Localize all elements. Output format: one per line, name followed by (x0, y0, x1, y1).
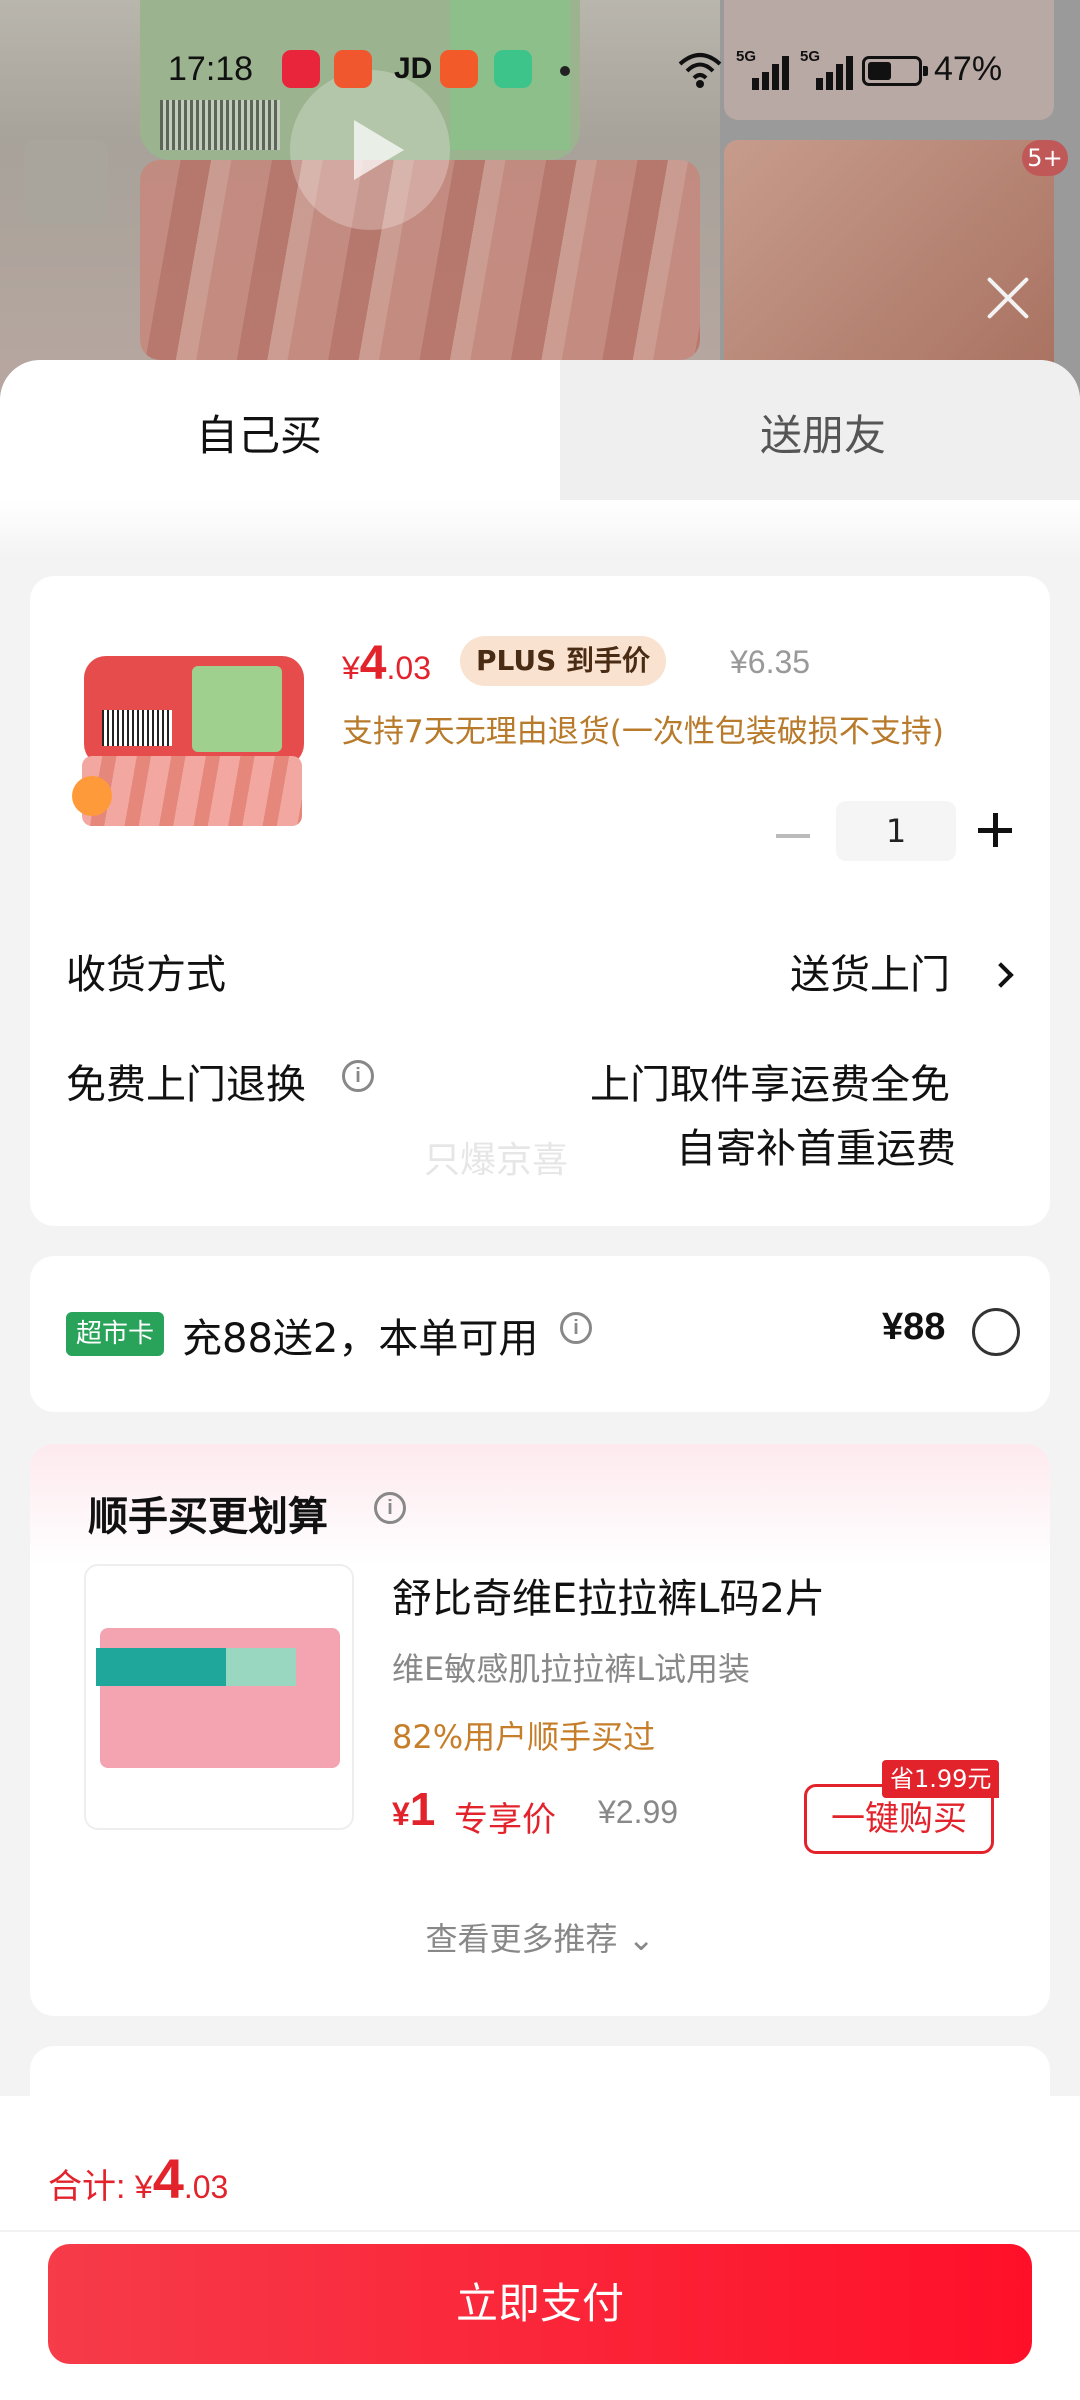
quantity-decrease-button[interactable] (776, 834, 810, 838)
notification-app-icon (440, 50, 478, 88)
delivery-method-label: 收货方式 (66, 952, 226, 998)
battery-icon (862, 56, 928, 86)
bundle-offer-card: 顺手买更划算 i 舒比奇维E拉拉裤L码2片 维E敏感肌拉拉裤L试用装 82%用户… (30, 1444, 1050, 2016)
pay-now-button[interactable]: 立即支付 (48, 2244, 1032, 2364)
purchase-tabs: 自己买 送朋友 (0, 360, 1080, 500)
see-more-recommendations[interactable]: 查看更多推荐 ⌄ (30, 1914, 1050, 1960)
watermark-text: 只爆京喜 (424, 1140, 569, 1181)
bundle-item-subtitle: 维E敏感肌拉拉裤L试用装 (392, 1650, 751, 1688)
product-card: ¥4.03 PLUS 到手价 ¥6.35 支持7天无理由退货(一次性包装破损不支… (30, 576, 1050, 1226)
tab-gift-to-friend[interactable]: 送朋友 (560, 360, 1080, 500)
bundle-original-price: ¥2.99 (598, 1794, 679, 1830)
jd-notification-icon: JD (394, 52, 433, 85)
signal-icon: 5G (736, 48, 794, 90)
supermarket-card-offer[interactable]: 超市卡 充88送2，本单可用 i ¥88 (30, 1256, 1050, 1412)
quantity-increase-button[interactable] (978, 810, 1018, 850)
image-count-badge: 5+ (1022, 140, 1068, 176)
notification-app-icon (282, 50, 320, 88)
bundle-item-price: ¥1 (392, 1783, 436, 1835)
self-send-note: 自寄补首重运费 (676, 1126, 956, 1172)
status-time: 17:18 (168, 50, 254, 88)
checkout-sheet: 自己买 送朋友 ¥4.03 PLUS 到手价 ¥6.35 支持7天无理由退货(一… (0, 360, 1080, 2400)
status-bar: 17:18 JD 5G 5G 47% (0, 40, 1080, 104)
chevron-down-icon: ⌄ (627, 1920, 655, 1958)
order-total: 合计: ¥4.03 (48, 2147, 229, 2210)
supermarket-card-radio[interactable] (972, 1308, 1020, 1356)
close-icon[interactable] (978, 268, 1038, 328)
notification-app-icon (494, 50, 532, 88)
info-icon[interactable]: i (342, 1060, 374, 1092)
notification-app-icon (334, 50, 372, 88)
savings-badge: 省1.99元 (882, 1760, 1000, 1798)
plus-price: ¥4.03 (342, 637, 431, 690)
bundle-item-thumbnail[interactable] (84, 1564, 354, 1830)
more-notifications-icon (560, 66, 570, 76)
bundle-title: 顺手买更划算 (88, 1494, 328, 1540)
price-row: ¥4.03 PLUS 到手价 ¥6.35 (342, 636, 1022, 696)
product-thumbnail (72, 656, 312, 856)
original-price: ¥6.35 (730, 644, 811, 680)
wifi-icon (678, 53, 722, 88)
supermarket-card-text: 充88送2，本单可用 (182, 1316, 539, 1362)
chevron-right-icon[interactable] (988, 962, 1014, 988)
supermarket-card-price: ¥88 (882, 1306, 946, 1348)
info-icon[interactable]: i (560, 1312, 592, 1344)
battery-percent: 47% (934, 50, 1003, 88)
plus-price-tag: PLUS 到手价 (460, 636, 667, 686)
quantity-input[interactable]: 1 (836, 801, 956, 861)
tab-buy-for-self[interactable]: 自己买 (0, 360, 560, 500)
info-icon[interactable]: i (374, 1492, 406, 1524)
supermarket-card-badge: 超市卡 (66, 1312, 165, 1356)
free-return-label: 免费上门退换 (66, 1062, 306, 1108)
exclusive-price-label: 专享价 (454, 1800, 556, 1840)
delivery-method-value[interactable]: 送货上门 (790, 942, 950, 1000)
signal-icon: 5G (800, 48, 858, 90)
bundle-bought-note: 82%用户顺手买过 (392, 1718, 656, 1756)
pickup-free-note: 上门取件享运费全免 (590, 1062, 950, 1108)
return-policy-note: 支持7天无理由退货(一次性包装破损不支持) (342, 714, 944, 750)
bundle-item-name[interactable]: 舒比奇维E拉拉裤L码2片 (392, 1566, 825, 1624)
checkout-footer: 合计: ¥4.03 立即支付 (0, 2096, 1080, 2400)
